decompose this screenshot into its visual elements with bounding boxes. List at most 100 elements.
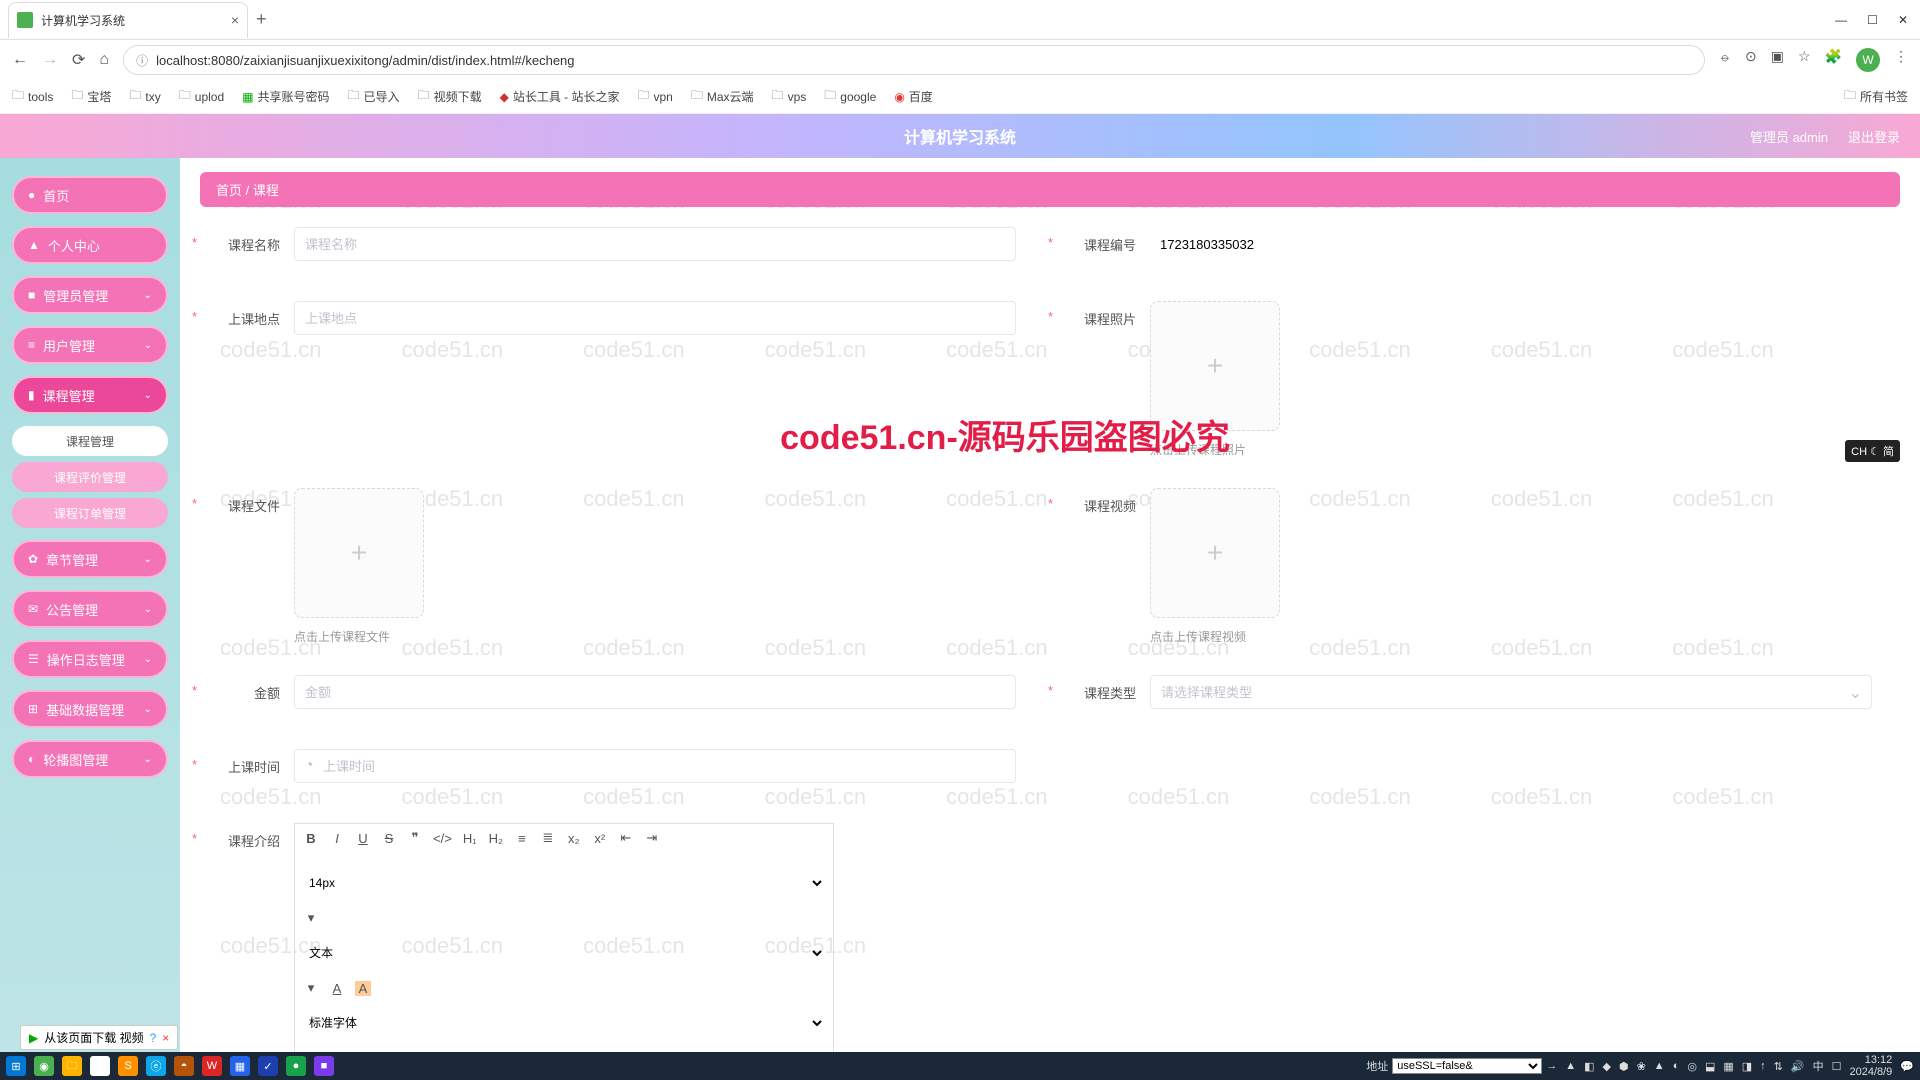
- sidebar-sub-course-manage[interactable]: 课程管理: [12, 426, 168, 456]
- bookmark-item[interactable]: 🗀tools: [12, 86, 53, 107]
- bookmark-item[interactable]: 🗀宝塔: [71, 86, 111, 107]
- taskbar-addr-select[interactable]: useSSL=false&: [1392, 1058, 1542, 1074]
- h1-icon[interactable]: H₁: [462, 831, 478, 846]
- bookmark-item[interactable]: ◆站长工具 - 站长之家: [500, 88, 620, 105]
- tray-icon[interactable]: ◨: [1742, 1060, 1752, 1073]
- list-ul-icon[interactable]: ≣: [540, 830, 556, 846]
- all-bookmarks[interactable]: 🗀所有书签: [1844, 86, 1908, 107]
- h2-icon[interactable]: H₂: [488, 831, 504, 846]
- bookmark-item[interactable]: 🗀vps: [772, 86, 807, 107]
- italic-icon[interactable]: I: [329, 831, 345, 846]
- sidebar-item-courses[interactable]: ▮课程管理⌄: [12, 376, 168, 414]
- wps-icon[interactable]: W: [202, 1056, 222, 1076]
- input-course-code[interactable]: [1150, 227, 1872, 261]
- taskbar-app-icon[interactable]: ✓: [258, 1056, 278, 1076]
- tray-icon[interactable]: ⬢: [1619, 1060, 1629, 1073]
- taskbar-clock[interactable]: 13:12 2024/8/9: [1849, 1054, 1892, 1078]
- chrome-icon[interactable]: ◯: [90, 1056, 110, 1076]
- indent-icon[interactable]: ⇤: [618, 830, 634, 846]
- explorer-icon[interactable]: 🗀: [62, 1056, 82, 1076]
- new-tab-button[interactable]: +: [256, 9, 267, 30]
- download-video-widget[interactable]: ▶ 从该页面下载 视频 ? ×: [20, 1025, 178, 1050]
- sidebar-sub-course-review[interactable]: 课程评价管理: [12, 462, 168, 492]
- input-amount[interactable]: [294, 675, 1016, 709]
- notifications-icon[interactable]: 💬: [1900, 1060, 1914, 1073]
- tray-icon[interactable]: ↑: [1760, 1060, 1766, 1072]
- edge-icon[interactable]: ⓔ: [146, 1056, 166, 1076]
- tray-icon[interactable]: ◆: [1603, 1060, 1611, 1073]
- uploader-file[interactable]: +: [294, 488, 424, 618]
- window-minimize-icon[interactable]: —: [1835, 13, 1847, 27]
- clear-format-icon[interactable]: Tₓ: [355, 1051, 371, 1053]
- quote-icon[interactable]: ❞: [407, 830, 423, 846]
- strike-icon[interactable]: S: [381, 831, 397, 846]
- tray-icon[interactable]: ❀: [1637, 1060, 1646, 1073]
- tray-icon[interactable]: ◧: [1584, 1060, 1594, 1073]
- window-maximize-icon[interactable]: ☐: [1867, 13, 1878, 27]
- site-info-icon[interactable]: ⓘ: [136, 52, 148, 69]
- tray-icon[interactable]: ▦: [1723, 1060, 1733, 1073]
- profile-avatar[interactable]: W: [1856, 48, 1880, 72]
- bookmark-item[interactable]: ◉百度: [894, 88, 933, 105]
- bookmark-item[interactable]: 🗀google: [824, 86, 876, 107]
- bg-color-icon[interactable]: A: [355, 981, 371, 996]
- go-icon[interactable]: →: [1546, 1060, 1557, 1072]
- sublime-icon[interactable]: S: [118, 1056, 138, 1076]
- url-input[interactable]: [156, 53, 1692, 68]
- tray-icon[interactable]: ☐: [1832, 1060, 1842, 1073]
- url-field-wrapper[interactable]: ⓘ: [123, 45, 1705, 75]
- translate-icon[interactable]: ⦵: [1719, 48, 1731, 72]
- tray-icon[interactable]: ▲: [1654, 1060, 1665, 1072]
- tray-icon[interactable]: ▲: [1565, 1060, 1576, 1072]
- fontfamily-select[interactable]: 标准字体: [303, 1006, 825, 1040]
- reader-icon[interactable]: ▣: [1771, 48, 1784, 72]
- input-course-name[interactable]: [294, 227, 1016, 261]
- bold-icon[interactable]: B: [303, 831, 319, 846]
- close-icon[interactable]: ×: [162, 1031, 169, 1045]
- tray-volume-icon[interactable]: 🔊: [1791, 1060, 1805, 1073]
- logout-button[interactable]: 退出登录: [1848, 127, 1900, 146]
- select-course-type[interactable]: [1150, 675, 1872, 709]
- tray-wifi-icon[interactable]: ⇅: [1774, 1060, 1783, 1073]
- bookmark-item[interactable]: 🗀Max云端: [691, 86, 754, 107]
- sidebar-item-admin[interactable]: ■管理员管理⌄: [12, 276, 168, 314]
- wechat-icon[interactable]: ●: [286, 1056, 306, 1076]
- underline-icon[interactable]: U: [355, 831, 371, 846]
- sidebar-item-chapters[interactable]: ✿章节管理⌄: [12, 540, 168, 578]
- code-icon[interactable]: </>: [433, 831, 452, 846]
- fontsize-select[interactable]: 14px: [303, 866, 825, 900]
- taskbar-app-icon[interactable]: ▦: [230, 1056, 250, 1076]
- input-time[interactable]: [294, 749, 1016, 783]
- tray-icon[interactable]: ⬓: [1705, 1060, 1715, 1073]
- sidebar-sub-course-order[interactable]: 课程订单管理: [12, 498, 168, 528]
- home-icon[interactable]: ⌂: [99, 51, 109, 69]
- bookmark-item[interactable]: 🗀vpn: [637, 86, 672, 107]
- font-color-icon[interactable]: A: [329, 981, 345, 996]
- back-icon[interactable]: ←: [12, 51, 28, 69]
- bookmark-star-icon[interactable]: ☆: [1798, 48, 1811, 72]
- align-icon[interactable]: ≡: [329, 1051, 345, 1053]
- sidebar-item-profile[interactable]: ▲个人中心: [12, 226, 168, 264]
- bookmark-item[interactable]: 🗀视频下载: [418, 86, 482, 107]
- extensions-icon[interactable]: 🧩: [1825, 48, 1842, 72]
- taskbar-app-icon[interactable]: ◓: [174, 1056, 194, 1076]
- bookmark-item[interactable]: 🗀已导入: [348, 86, 400, 107]
- bookmark-item[interactable]: ▦共享账号密码: [242, 88, 329, 105]
- window-close-icon[interactable]: ✕: [1898, 13, 1908, 27]
- zoom-icon[interactable]: ⊙: [1745, 48, 1757, 72]
- image-icon[interactable]: ▭: [381, 1050, 397, 1052]
- subscript-icon[interactable]: x₂: [566, 831, 582, 846]
- reload-icon[interactable]: ⟳: [72, 50, 85, 70]
- taskbar-app-icon[interactable]: ◉: [34, 1056, 54, 1076]
- bookmark-item[interactable]: 🗀txy: [129, 86, 160, 107]
- uploader-photo[interactable]: +: [1150, 301, 1280, 431]
- forward-icon[interactable]: →: [42, 51, 58, 69]
- help-icon[interactable]: ?: [150, 1031, 157, 1045]
- superscript-icon[interactable]: x²: [592, 831, 608, 846]
- browser-tab[interactable]: 计算机学习系统 ×: [8, 2, 248, 38]
- outdent-icon[interactable]: ⇥: [644, 830, 660, 846]
- tray-icon[interactable]: ◎: [1687, 1060, 1697, 1073]
- texttype-select[interactable]: 文本: [303, 936, 825, 970]
- taskbar-address-field[interactable]: 地址 useSSL=false& →: [1366, 1058, 1557, 1074]
- uploader-video[interactable]: +: [1150, 488, 1280, 618]
